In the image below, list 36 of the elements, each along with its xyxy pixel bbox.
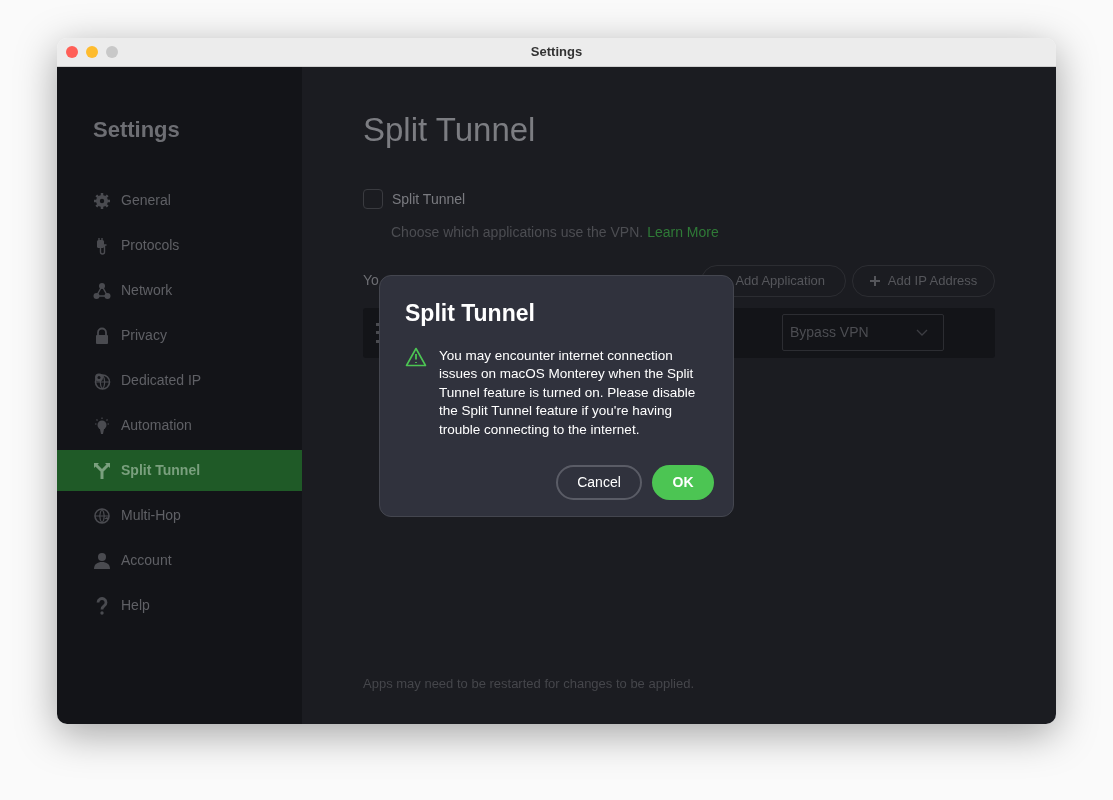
- sidebar-item[interactable]: Automation: [57, 405, 302, 446]
- settings-icon: [93, 191, 111, 210]
- dialog-message: You may encounter internet connection issues on macOS Monterey when the Split Tunnel feature is turned on. Please disable the Split Tunnel feature if you're having trouble connecting to the internet.: [439, 346, 697, 439]
- mode-dropdown[interactable]: Bypass VPN: [782, 314, 944, 351]
- sidebar-item[interactable]: Network: [57, 270, 302, 311]
- ok-button[interactable]: OK: [652, 465, 714, 500]
- sidebar-item[interactable]: Multi-Hop: [57, 495, 302, 536]
- dialog-title: Split Tunnel: [405, 299, 536, 328]
- checkbox-label: Split Tunnel: [392, 189, 466, 209]
- sidebar-item[interactable]: Help: [57, 585, 302, 626]
- network-icon: [93, 281, 111, 300]
- plus-icon: [869, 275, 880, 286]
- page-title: Split Tunnel: [363, 110, 537, 150]
- list-label: Yo: [363, 271, 379, 290]
- warning-icon: [405, 346, 427, 367]
- lock-icon: [93, 326, 111, 345]
- sidebar-item[interactable]: Privacy: [57, 315, 302, 356]
- globe-pin-icon: [93, 371, 111, 390]
- learn-more-link[interactable]: Learn More: [647, 221, 719, 243]
- sidebar-item[interactable]: Protocols: [57, 225, 302, 266]
- globe-icon: [93, 506, 111, 525]
- sidebar-item[interactable]: Dedicated IP: [57, 360, 302, 401]
- sidebar-item[interactable]: General: [57, 180, 302, 221]
- split-arrow-icon: [93, 461, 111, 480]
- sidebar-item[interactable]: Account: [57, 540, 302, 581]
- lightbulb-icon: [93, 416, 111, 435]
- window-title: Settings: [530, 43, 583, 62]
- sidebar-item[interactable]: Split Tunnel: [57, 450, 302, 491]
- close-button[interactable]: [66, 46, 78, 58]
- checkbox[interactable]: [363, 189, 383, 209]
- person-icon: [93, 551, 111, 570]
- chevron-down-icon: [916, 329, 928, 336]
- minimize-button[interactable]: [86, 46, 98, 58]
- cancel-button[interactable]: Cancel: [556, 465, 642, 500]
- sidebar-title: Settings: [93, 116, 181, 144]
- zoom-button[interactable]: [106, 46, 118, 58]
